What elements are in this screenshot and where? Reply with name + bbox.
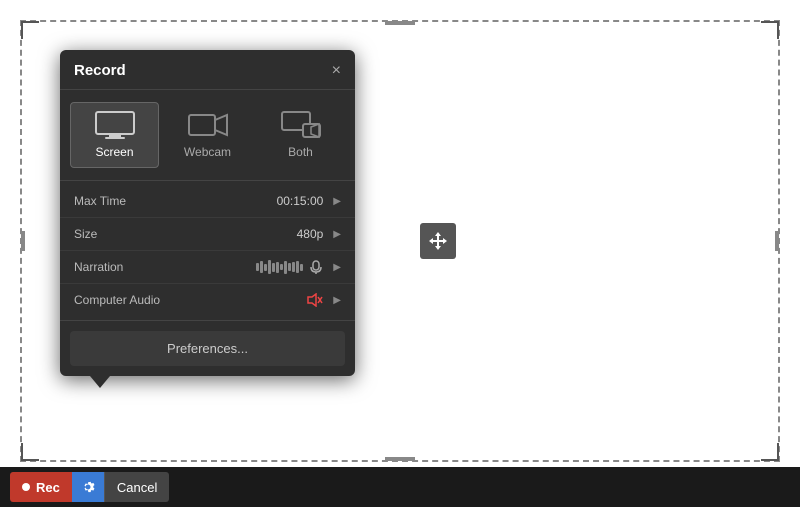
maxtime-value: 00:15:00 ▶ bbox=[184, 194, 341, 208]
corner-br bbox=[761, 443, 779, 461]
maxtime-chevron: ▶ bbox=[333, 196, 341, 207]
source-webcam[interactable]: Webcam bbox=[163, 102, 252, 168]
narration-chevron: ▶ bbox=[333, 262, 341, 273]
audio-label: Computer Audio bbox=[74, 293, 184, 307]
speaker-muted-icon bbox=[307, 293, 323, 307]
handle-left[interactable] bbox=[21, 231, 25, 251]
source-screen[interactable]: Screen bbox=[70, 102, 159, 168]
dialog-header: Record × bbox=[60, 50, 355, 90]
dialog-title: Record bbox=[74, 62, 126, 79]
setting-narration[interactable]: Narration ▶ bbox=[60, 251, 355, 284]
close-button[interactable]: × bbox=[332, 63, 341, 79]
handle-bottom[interactable] bbox=[385, 457, 415, 461]
corner-tr bbox=[761, 21, 779, 39]
source-screen-label: Screen bbox=[95, 145, 133, 159]
narration-label: Narration bbox=[74, 260, 184, 274]
bottom-toolbar: Rec Cancel bbox=[0, 467, 800, 507]
setting-maxtime[interactable]: Max Time 00:15:00 ▶ bbox=[60, 185, 355, 218]
rec-button[interactable]: Rec bbox=[10, 472, 72, 502]
narration-value: ▶ bbox=[184, 260, 341, 274]
handle-top[interactable] bbox=[385, 21, 415, 25]
gear-button[interactable] bbox=[72, 472, 104, 502]
preferences-button[interactable]: Preferences... bbox=[70, 331, 345, 366]
source-row: Screen Webcam Both bbox=[60, 90, 355, 181]
move-icon[interactable] bbox=[420, 223, 456, 259]
audio-value: ▶ bbox=[184, 293, 341, 307]
narration-bars bbox=[256, 260, 303, 274]
rec-dot bbox=[22, 483, 30, 491]
corner-bl bbox=[21, 443, 39, 461]
size-chevron: ▶ bbox=[333, 229, 341, 240]
source-both[interactable]: Both bbox=[256, 102, 345, 168]
mic-icon bbox=[309, 260, 323, 274]
dialog-pointer bbox=[90, 376, 110, 388]
rec-label: Rec bbox=[36, 480, 60, 495]
record-dialog: Record × Screen Webcam bbox=[60, 50, 355, 376]
size-value: 480p ▶ bbox=[184, 227, 341, 241]
size-label: Size bbox=[74, 227, 184, 241]
source-webcam-label: Webcam bbox=[184, 145, 231, 159]
setting-audio[interactable]: Computer Audio ▶ bbox=[60, 284, 355, 316]
gear-icon bbox=[80, 479, 96, 495]
setting-size[interactable]: Size 480p ▶ bbox=[60, 218, 355, 251]
cancel-button[interactable]: Cancel bbox=[105, 472, 169, 502]
settings-section: Max Time 00:15:00 ▶ Size 480p ▶ Narratio… bbox=[60, 181, 355, 321]
audio-chevron: ▶ bbox=[333, 295, 341, 306]
source-both-label: Both bbox=[288, 145, 313, 159]
corner-tl bbox=[21, 21, 39, 39]
handle-right[interactable] bbox=[775, 231, 779, 251]
maxtime-label: Max Time bbox=[74, 194, 184, 208]
